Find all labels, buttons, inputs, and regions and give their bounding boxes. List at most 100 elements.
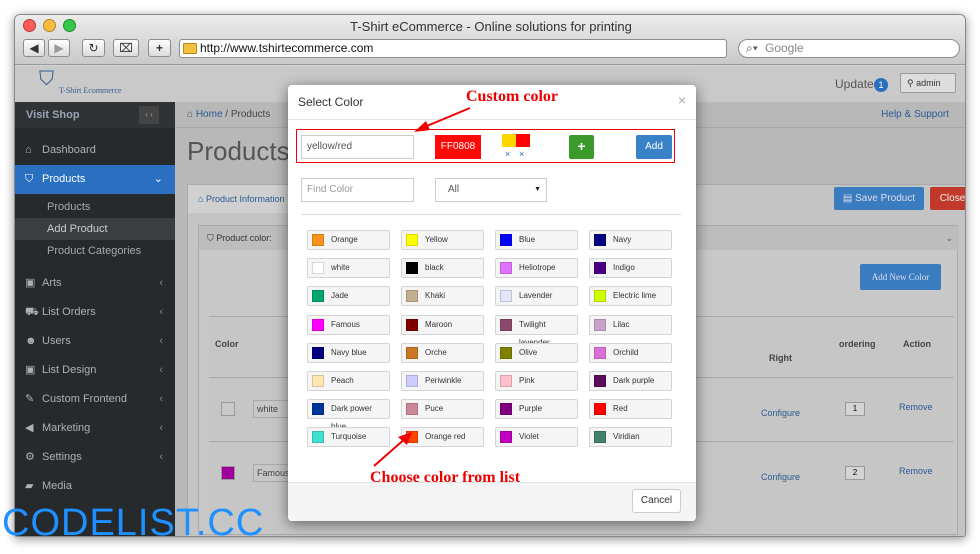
home-icon: ⌂	[187, 109, 194, 120]
user-menu[interactable]: ⚲ admin	[900, 73, 956, 93]
search-input[interactable]: ⌕▾ Google	[738, 39, 960, 58]
color-option[interactable]: Maroon	[401, 314, 484, 335]
color-option[interactable]: Blue	[495, 230, 578, 250]
color-option[interactable]: Orchild	[589, 342, 672, 363]
color-option[interactable]: Peach	[307, 371, 390, 391]
sidebar-item-users[interactable]: ☻ Users ‹	[15, 327, 175, 356]
sidebar-subitem-add-product[interactable]: Add Product	[15, 218, 175, 240]
save-icon: ▤	[842, 193, 853, 204]
color-option[interactable]: Red	[589, 399, 672, 420]
color-option[interactable]: Violet	[495, 427, 578, 448]
hex-color-input[interactable]: FF0808	[435, 135, 481, 159]
collapse-toggle[interactable]: ‹ ›	[139, 106, 159, 124]
remove-red-icon[interactable]: ×	[519, 149, 524, 159]
ordering-input[interactable]: 1	[845, 402, 865, 416]
shirt-icon: ⛉	[25, 173, 34, 185]
forward-button[interactable]: ▶	[48, 39, 70, 57]
sidebar-subitem-product-categories[interactable]: Product Categories	[15, 240, 175, 262]
header-ordering: ordering	[839, 339, 876, 349]
url-input[interactable]: http://www.tshirtecommerce.com	[179, 39, 727, 58]
color-option[interactable]: Lilac	[589, 314, 672, 335]
subitem-label: Add Product	[47, 223, 108, 235]
color-option[interactable]: Navy	[589, 230, 672, 250]
color-option[interactable]: Pink	[495, 371, 578, 391]
sidebar-item-settings[interactable]: ⚙ Settings ‹	[15, 443, 175, 472]
chevron-down-icon[interactable]: ⌄	[945, 226, 953, 250]
update-badge: 1	[874, 78, 888, 92]
find-color-input[interactable]: Find Color	[301, 178, 414, 202]
sidebar-item-arts[interactable]: ▣ Arts ‹	[15, 269, 175, 298]
image-icon: ▣	[25, 277, 36, 289]
sidebar-item-media[interactable]: ▰ Media	[15, 472, 175, 501]
color-option[interactable]: Heliotrope	[495, 258, 578, 279]
save-product-button[interactable]: ▤ Save Product	[834, 187, 924, 210]
add-button[interactable]: Add	[636, 135, 672, 159]
color-option[interactable]: Jade	[307, 286, 390, 307]
sidebar-item-custom-frontend[interactable]: ✎ Custom Frontend ‹	[15, 385, 175, 414]
close-icon[interactable]: ×	[678, 92, 686, 108]
ordering-input[interactable]: 2	[845, 466, 865, 480]
color-option[interactable]: Periwinkle	[401, 371, 484, 391]
color-option[interactable]: Olive	[495, 342, 578, 363]
color-option[interactable]: Famous	[307, 314, 390, 335]
color-option[interactable]: Dark power blue	[307, 399, 390, 431]
new-tab-button[interactable]: +	[148, 39, 171, 57]
configure-link[interactable]: Configure	[761, 408, 800, 418]
color-option[interactable]: Electric lime	[589, 286, 672, 307]
screenshot-icon[interactable]: ⌧	[113, 39, 139, 57]
color-option[interactable]: black	[401, 258, 484, 279]
color-option[interactable]: Twilight lavender	[495, 314, 578, 347]
custom-color-name-input[interactable]: yellow/red	[301, 135, 414, 159]
color-option[interactable]: Yellow	[401, 230, 484, 250]
plus-button[interactable]: +	[569, 135, 594, 159]
sidebar-item-products[interactable]: ⛉ Products ⌄	[15, 165, 175, 194]
color-option[interactable]: Puce	[401, 399, 484, 420]
color-option[interactable]: Orche	[401, 342, 484, 363]
sidebar-item-list-design[interactable]: ▣ List Design ‹	[15, 356, 175, 385]
add-new-color-button[interactable]: Add New Color	[860, 264, 941, 290]
sidebar-item-label: Marketing	[42, 422, 91, 434]
update-label[interactable]: Update	[835, 77, 874, 91]
close-button[interactable]: Close	[930, 187, 965, 210]
color-swatch	[406, 262, 418, 275]
color-option[interactable]: Viridian	[589, 427, 672, 448]
modal-title: Select Color	[298, 95, 364, 109]
users-icon: ☻	[25, 335, 37, 347]
color-option[interactable]: Turquoise	[307, 427, 390, 448]
remove-link[interactable]: Remove	[899, 402, 933, 412]
remove-link[interactable]: Remove	[899, 466, 933, 476]
configure-link[interactable]: Configure	[761, 472, 800, 482]
user-label: admin	[916, 78, 941, 88]
cancel-button[interactable]: Cancel	[632, 489, 681, 513]
color-swatch	[594, 375, 606, 387]
sidebar-item-list-orders[interactable]: ⛟ List Orders ‹	[15, 298, 175, 327]
color-option[interactable]: Orange red	[401, 427, 484, 448]
color-option[interactable]: Orange	[307, 230, 390, 250]
color-option[interactable]: Navy blue	[307, 342, 390, 363]
color-option[interactable]: Khaki	[401, 286, 484, 307]
breadcrumb-home[interactable]: Home	[196, 109, 223, 120]
reload-button[interactable]: ↻	[82, 39, 105, 57]
sidebar-item-marketing[interactable]: ◀ Marketing ‹	[15, 414, 175, 443]
sidebar-item-dashboard[interactable]: ⌂ Dashboard	[15, 136, 175, 165]
tab-product-information[interactable]: ⌂ Product Information	[188, 185, 298, 213]
watermark: CODELIST.CC	[2, 502, 265, 544]
back-button[interactable]: ◀	[23, 39, 45, 57]
color-option[interactable]: Indigo	[589, 258, 672, 279]
pencil-icon: ✎	[25, 393, 35, 405]
color-option[interactable]: Lavender	[495, 286, 578, 307]
sidebar-subitem-products[interactable]: Products	[15, 196, 175, 218]
filter-select[interactable]: All ▼	[435, 178, 547, 202]
color-swatch	[500, 234, 512, 246]
color-option-label: Turquoise	[331, 432, 367, 442]
remove-yellow-icon[interactable]: ×	[505, 149, 510, 159]
breadcrumb-products[interactable]: Products	[231, 109, 270, 120]
color-option[interactable]: Dark purple	[589, 371, 672, 391]
color-option[interactable]: Purple	[495, 399, 578, 420]
help-support-link[interactable]: Help & Support	[881, 102, 949, 128]
sidebar-item-label: Arts	[42, 277, 62, 289]
color-swatch	[221, 466, 235, 480]
color-swatch	[406, 318, 418, 331]
visit-shop-link[interactable]: Visit Shop ‹ ›	[15, 102, 175, 128]
color-option[interactable]: white	[307, 258, 390, 279]
